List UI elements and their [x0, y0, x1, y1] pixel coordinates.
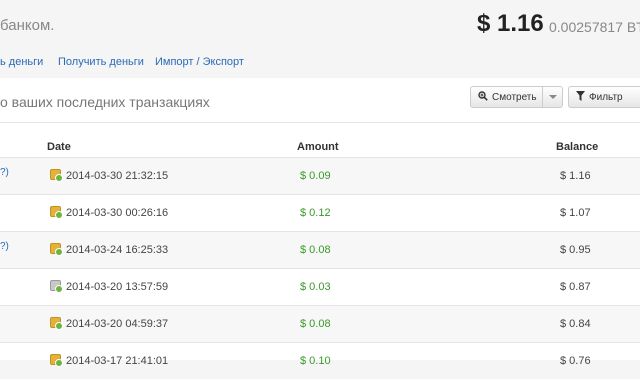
filter-button[interactable]: Фильтр — [568, 86, 640, 108]
panel-divider — [0, 122, 640, 123]
view-button-label: Смотреть — [492, 91, 537, 103]
table-row[interactable]: 2014-03-20 04:59:37 $ 0.08 $ 0.84 — [0, 305, 640, 342]
row-marker: ?) — [0, 167, 9, 178]
view-dropdown-toggle[interactable] — [543, 86, 563, 108]
balance-usd: $ 1.16 — [477, 10, 544, 37]
row-amount: $ 0.12 — [300, 207, 331, 219]
table-row[interactable]: 2014-03-17 21:41:01 $ 0.10 $ 0.76 — [0, 342, 640, 379]
transaction-received-icon — [50, 206, 63, 219]
transaction-received-icon — [50, 243, 63, 256]
account-header: банком. $ 1.16 0.00257817 BTC ь деньги П… — [0, 0, 640, 78]
column-header-amount[interactable]: Amount — [297, 141, 339, 153]
row-balance: $ 0.87 — [560, 281, 591, 293]
zoom-icon — [478, 90, 488, 104]
nav-send-money-link[interactable]: ь деньги — [0, 56, 43, 68]
filter-icon — [576, 90, 585, 104]
transaction-received-icon — [50, 169, 63, 182]
transaction-pending-icon — [50, 280, 63, 293]
row-date: 2014-03-24 16:25:33 — [66, 244, 169, 256]
row-balance: $ 0.84 — [560, 318, 591, 330]
view-button-group: Смотреть — [470, 86, 563, 108]
transactions-panel: о ваших последних транзакциях Смотреть Ф… — [0, 78, 640, 367]
view-button[interactable]: Смотреть — [470, 86, 543, 108]
table-row[interactable]: 2014-03-20 13:57:59 $ 0.03 $ 0.87 — [0, 268, 640, 305]
row-balance: $ 1.07 — [560, 207, 591, 219]
row-amount: $ 0.03 — [300, 281, 331, 293]
intro-text: банком. — [0, 17, 55, 34]
row-amount: $ 0.10 — [300, 355, 331, 367]
nav-import-export-link[interactable]: Импорт / Экспорт — [155, 56, 244, 68]
row-amount: $ 0.08 — [300, 244, 331, 256]
row-marker: ?) — [0, 241, 9, 252]
balance-btc: 0.00257817 BTC — [549, 19, 640, 35]
table-row[interactable]: ?) 2014-03-30 21:32:15 $ 0.09 $ 1.16 — [0, 157, 640, 194]
panel-title: о ваших последних транзакциях — [0, 94, 210, 110]
transaction-received-icon — [50, 317, 63, 330]
row-balance: $ 0.95 — [560, 244, 591, 256]
column-header-balance[interactable]: Balance — [556, 141, 598, 153]
row-date: 2014-03-30 00:26:16 — [66, 207, 169, 219]
row-date: 2014-03-30 21:32:15 — [66, 170, 169, 182]
row-date: 2014-03-20 13:57:59 — [66, 281, 169, 293]
row-date: 2014-03-20 04:59:37 — [66, 318, 169, 330]
table-row[interactable]: ?) 2014-03-24 16:25:33 $ 0.08 $ 0.95 — [0, 231, 640, 268]
row-amount: $ 0.08 — [300, 318, 331, 330]
chevron-down-icon — [548, 95, 557, 99]
table-row[interactable]: 2014-03-30 00:26:16 $ 0.12 $ 1.07 — [0, 194, 640, 231]
row-balance: $ 0.76 — [560, 355, 591, 367]
nav-receive-money-link[interactable]: Получить деньги — [58, 56, 144, 68]
row-amount: $ 0.09 — [300, 170, 331, 182]
row-date: 2014-03-17 21:41:01 — [66, 355, 169, 367]
row-balance: $ 1.16 — [560, 170, 591, 182]
filter-button-label: Фильтр — [589, 91, 623, 103]
column-header-date[interactable]: Date — [47, 141, 71, 153]
